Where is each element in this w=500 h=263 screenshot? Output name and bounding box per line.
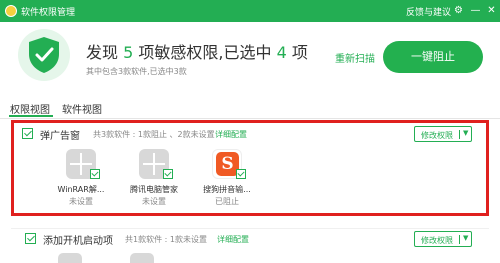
detail-config-link[interactable]: 详细配置 — [215, 129, 247, 140]
detail-config-link[interactable]: 详细配置 — [217, 234, 249, 245]
title-bar: 软件权限管理 反馈与建议 ⚙ — ✕ — [0, 0, 500, 22]
sensitive-count: 5 — [123, 43, 134, 62]
tab-permission-view[interactable]: 权限视图 — [10, 101, 50, 116]
headline-middle: 项敏感权限,已选中 — [138, 43, 272, 62]
app-name: 搜狗拼音输... — [203, 185, 251, 194]
window-title: 软件权限管理 — [21, 8, 76, 18]
rescan-link[interactable]: 重新扫描 — [335, 50, 375, 65]
settings-icon[interactable]: ⚙ — [452, 3, 465, 18]
tab-software-view[interactable]: 软件视图 — [62, 101, 102, 116]
grey-app-icon — [130, 253, 154, 263]
app-name: 腾讯电脑管家 — [130, 185, 178, 194]
chevron-down-icon: ▼ — [463, 234, 469, 242]
app-item-tencent-manager[interactable]: 腾讯电脑管家 未设置 — [119, 149, 189, 209]
modify-permission-label: 修改权限 — [421, 236, 453, 245]
summary-header: 发现 5 项敏感权限,已选中 4 项 其中包含3款软件,已选中3款 重新扫描 一… — [0, 22, 500, 90]
summary-subline: 其中包含3款软件,已选中3款 — [86, 67, 187, 76]
group-title: 添加开机启动项 — [43, 236, 113, 247]
app-status: 未设置 — [69, 197, 93, 206]
summary-headline: 发现 5 项敏感权限,已选中 4 项 — [86, 39, 308, 63]
shield-check-icon — [29, 37, 59, 73]
view-tabs: 权限视图 软件视图 — [0, 97, 500, 119]
group-stat: 共1款软件 : 1款未设置 — [125, 235, 207, 244]
modify-permission-label: 修改权限 — [421, 131, 453, 140]
close-button[interactable]: ✕ — [485, 3, 498, 18]
grey-app-icon — [58, 253, 82, 263]
app-status: 未设置 — [142, 197, 166, 206]
group-checkbox[interactable] — [22, 128, 33, 139]
headline-suffix: 项 — [291, 43, 308, 62]
app-checkbox[interactable] — [90, 169, 100, 179]
group-checkbox[interactable] — [25, 233, 36, 244]
app-status: 已阻止 — [215, 197, 239, 206]
app-item-winrar[interactable]: WinRAR解... 未设置 — [46, 149, 116, 209]
group-stat: 共3款软件 : 1款阻止 、2款未设置 — [93, 130, 215, 139]
block-all-button[interactable]: 一键阻止 — [383, 41, 483, 73]
selected-count: 4 — [276, 43, 287, 62]
modify-permission-dropdown[interactable]: 修改权限 ▼ — [414, 126, 472, 142]
app-item-sogou-pinyin[interactable]: S 搜狗拼音输... 已阻止 — [192, 149, 262, 209]
shield-badge — [18, 29, 70, 81]
app-checkbox[interactable] — [236, 169, 246, 179]
chevron-down-icon: ▼ — [463, 129, 469, 137]
minimize-button[interactable]: — — [469, 3, 482, 18]
dropdown-separator — [459, 235, 460, 244]
feedback-link[interactable]: 反馈与建议 — [406, 5, 451, 18]
dropdown-separator — [459, 130, 460, 139]
app-checkbox[interactable] — [163, 169, 173, 179]
headline-prefix: 发现 — [86, 43, 119, 62]
permission-group-startup-items: 添加开机启动项 共1款软件 : 1款未设置 详细配置 修改权限 ▼ — [11, 228, 489, 263]
app-logo-icon — [5, 5, 17, 17]
permission-group-popup-ads: 弹广告窗 共3款软件 : 1款阻止 、2款未设置 详细配置 修改权限 ▼ Win… — [11, 120, 489, 216]
active-tab-indicator — [9, 115, 53, 117]
modify-permission-dropdown[interactable]: 修改权限 ▼ — [414, 231, 472, 247]
group-title: 弹广告窗 — [40, 131, 80, 142]
app-name: WinRAR解... — [57, 185, 105, 194]
